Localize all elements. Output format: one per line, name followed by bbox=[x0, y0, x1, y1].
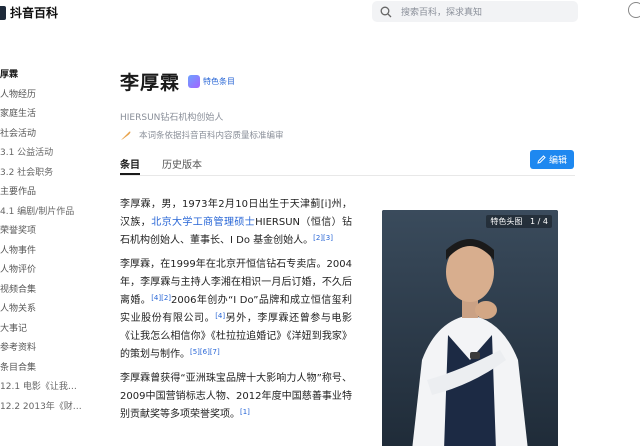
logo-icon bbox=[0, 5, 6, 20]
toc-item[interactable]: 人物评价 bbox=[0, 261, 95, 281]
featured-photo[interactable]: 特色头图 1 / 4 bbox=[382, 210, 558, 446]
search-input[interactable]: 搜索百科，探求真知 bbox=[401, 5, 482, 18]
university-link[interactable]: 北京大学工商管理硕士 bbox=[151, 217, 255, 228]
photo-caption-label: 特色头图 bbox=[490, 217, 523, 226]
quill-icon bbox=[121, 131, 131, 140]
toc-item[interactable]: 3.2 社会职务 bbox=[0, 164, 95, 184]
toc-item[interactable]: 荣誉奖项 bbox=[0, 222, 95, 242]
toc-item[interactable]: 12.2 2013年《财… bbox=[0, 398, 95, 418]
entry-title-row: 李厚霖 特色条目 bbox=[120, 68, 235, 95]
toc-item[interactable]: 参考资料 bbox=[0, 339, 95, 359]
entry-title: 李厚霖 bbox=[120, 72, 181, 94]
article-paragraph: 李厚霖曾获得“亚洲珠宝品牌十大影响力人物”称号、2009中国营销标志人物、201… bbox=[120, 370, 352, 424]
article-text: 李厚霖曾获得“亚洲珠宝品牌十大影响力人物”称号、2009中国营销标志人物、201… bbox=[120, 373, 352, 420]
toc-item[interactable]: 社会活动 bbox=[0, 125, 95, 145]
toc-item[interactable]: 人物事件 bbox=[0, 242, 95, 262]
tab-entry[interactable]: 条目 bbox=[120, 156, 140, 175]
table-of-contents: 厚霖 人物经历 家庭生活 社会活动 3.1 公益活动 3.2 社会职务 主要作品 4.1 编剧… bbox=[0, 66, 95, 417]
reference-link[interactable]: [1] bbox=[240, 408, 250, 416]
toc-item[interactable]: 家庭生活 bbox=[0, 105, 95, 125]
quality-notice[interactable]: 本词条依据抖音百科内容质量标准编审 bbox=[120, 129, 284, 141]
toc-item[interactable]: 厚霖 bbox=[0, 66, 95, 86]
article-paragraph: 李厚霖，男，1973年2月10日出生于天津蓟[i]州，汉族，北京大学工商管理硕士… bbox=[120, 196, 352, 250]
tab-history[interactable]: 历史版本 bbox=[162, 156, 202, 171]
photo-caption: 特色头图 1 / 4 bbox=[486, 215, 552, 228]
search-box[interactable]: 搜索百科，探求真知 bbox=[372, 1, 578, 22]
toc-item[interactable]: 12.1 电影《让我… bbox=[0, 378, 95, 398]
toc-item[interactable]: 条目合集 bbox=[0, 359, 95, 379]
featured-badge[interactable]: 特色条目 bbox=[188, 75, 235, 88]
toc-item[interactable]: 3.1 公益活动 bbox=[0, 144, 95, 164]
reference-link[interactable]: [5][6][7] bbox=[190, 348, 220, 356]
site-logo[interactable]: 抖音百科 bbox=[0, 4, 58, 21]
top-header: 抖音百科 搜索百科，探求真知 bbox=[0, 0, 640, 26]
reference-link[interactable]: [4] bbox=[215, 312, 225, 320]
search-icon bbox=[380, 6, 392, 18]
entry-subtitle: HIERSUN钻石机构创始人 bbox=[120, 113, 224, 123]
logo-text: 抖音百科 bbox=[10, 6, 59, 20]
reference-link[interactable]: [2][3] bbox=[313, 234, 333, 242]
reference-link[interactable]: [4][2] bbox=[151, 294, 171, 302]
toc-item[interactable]: 大事记 bbox=[0, 320, 95, 340]
edit-button-label: 编辑 bbox=[548, 156, 567, 166]
featured-badge-icon bbox=[188, 75, 201, 88]
user-avatar-icon[interactable] bbox=[628, 2, 640, 18]
photo-counter: 1 / 4 bbox=[530, 217, 548, 226]
toc-item[interactable]: 4.1 编剧/制片作品 bbox=[0, 203, 95, 223]
entry-tabs: 条目 历史版本 bbox=[120, 156, 224, 175]
toc-item[interactable]: 主要作品 bbox=[0, 183, 95, 203]
portrait-illustration bbox=[382, 210, 558, 446]
article-body: 李厚霖，男，1973年2月10日出生于天津蓟[i]州，汉族，北京大学工商管理硕士… bbox=[120, 196, 352, 430]
toc-item[interactable]: 人物关系 bbox=[0, 300, 95, 320]
toc-item[interactable]: 人物经历 bbox=[0, 86, 95, 106]
article-paragraph: 李厚霖，在1999年在北京开恒信钻石专卖店。2004年，李厚霖与主持人李湘在相识… bbox=[120, 256, 352, 364]
featured-badge-label: 特色条目 bbox=[203, 77, 236, 86]
tab-divider bbox=[120, 175, 575, 176]
quality-notice-text: 本词条依据抖音百科内容质量标准编审 bbox=[139, 131, 284, 141]
pencil-icon bbox=[537, 155, 546, 164]
toc-item[interactable]: 视频合集 bbox=[0, 281, 95, 301]
edit-button[interactable]: 编辑 bbox=[530, 150, 574, 169]
